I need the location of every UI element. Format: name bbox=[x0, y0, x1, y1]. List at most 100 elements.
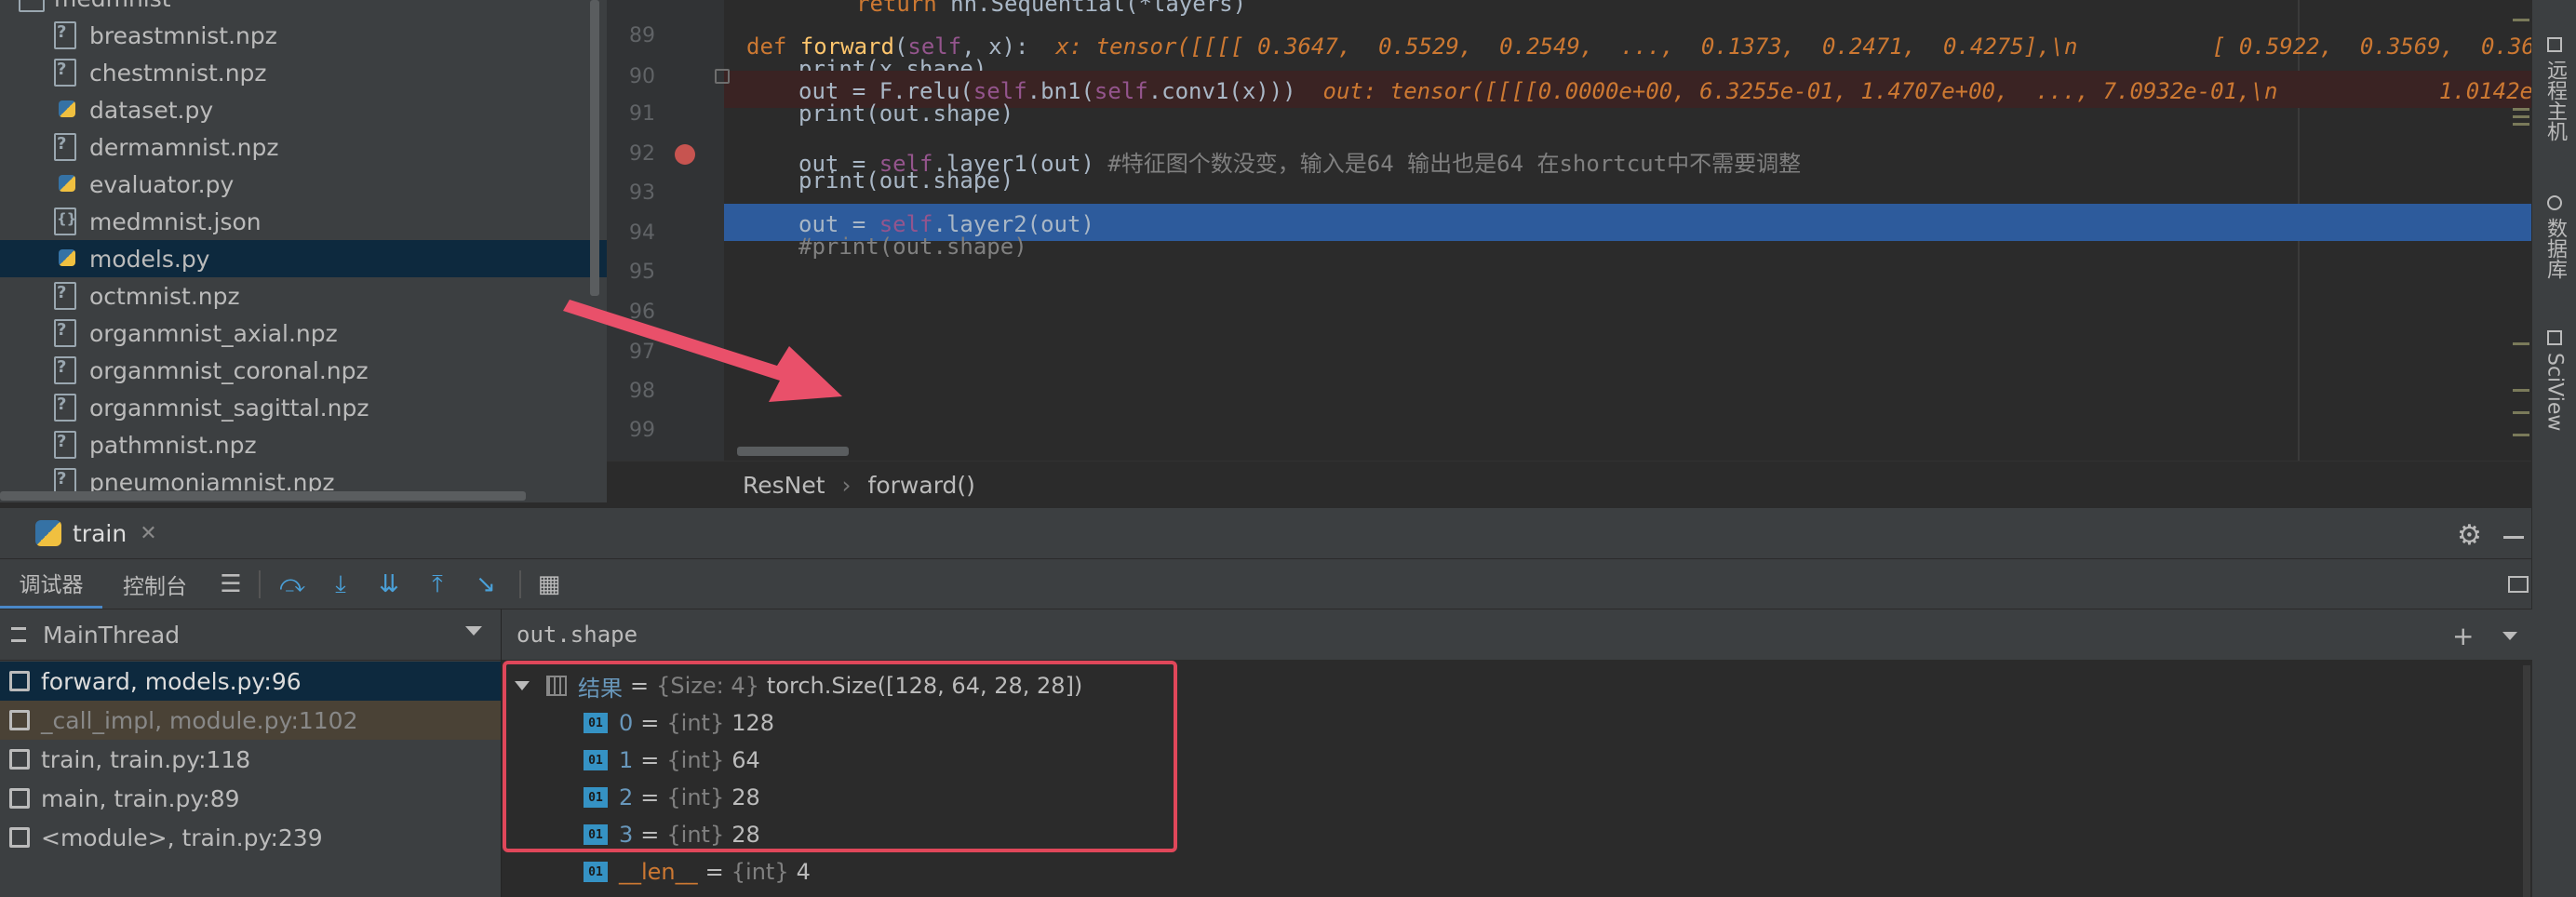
frame-row[interactable]: <module>, train.py:239 bbox=[0, 818, 501, 857]
tree-file-row[interactable]: models.py bbox=[0, 240, 607, 277]
line-number: 98 bbox=[629, 380, 655, 403]
thread-label: MainThread bbox=[43, 621, 181, 649]
tab-console[interactable]: 控制台 bbox=[123, 559, 187, 609]
debug-toolbar: 调试器 控制台 ☰ ⤼ ⤓ ⇊ ⤒ ↘ ▦ bbox=[0, 558, 2531, 609]
tree-folder-row[interactable]: medmnist bbox=[0, 0, 607, 17]
code-line-96[interactable]: print(out.shape) bbox=[724, 160, 2531, 197]
tree-file-label: organmnist_axial.npz bbox=[89, 319, 338, 347]
project-tree: medmnist ? breastmnist.npz ? chestmnist.npz… bbox=[0, 0, 607, 502]
database-icon bbox=[2547, 195, 2562, 210]
code-line-99[interactable]: #print(out.shape) bbox=[724, 226, 2531, 263]
fold-icon[interactable] bbox=[715, 69, 730, 84]
frame-row[interactable]: main, train.py:89 bbox=[0, 779, 501, 818]
npz-file-icon: ? bbox=[54, 59, 78, 87]
chevron-down-icon[interactable] bbox=[465, 626, 482, 636]
tree-file-row[interactable]: ? organmnist_axial.npz bbox=[0, 315, 607, 352]
line-number: 89 bbox=[629, 24, 655, 47]
tree-file-label: pathmnist.npz bbox=[89, 431, 257, 459]
frame-label: _call_impl, module.py:1102 bbox=[41, 706, 358, 734]
layout-settings-icon[interactable] bbox=[2508, 576, 2529, 593]
tab-database[interactable]: 数据库 bbox=[2536, 195, 2573, 279]
python-file-icon bbox=[54, 170, 78, 198]
run-to-cursor-icon[interactable]: ↘ bbox=[473, 571, 499, 597]
breadcrumb-method[interactable]: forward() bbox=[868, 472, 975, 499]
tree-file-label: organmnist_sagittal.npz bbox=[89, 394, 369, 422]
tab-remote-host[interactable]: 远程主机 bbox=[2536, 37, 2573, 141]
frame-row[interactable]: forward, models.py:96 bbox=[0, 662, 501, 701]
line-number: 95 bbox=[629, 261, 655, 284]
tree-scrollbar[interactable] bbox=[590, 0, 599, 296]
tree-file-label: dataset.py bbox=[89, 96, 214, 124]
npz-file-icon: ? bbox=[54, 21, 78, 49]
step-out-icon[interactable]: ⤒ bbox=[424, 571, 450, 597]
editor-horizontal-scrollbar[interactable] bbox=[737, 447, 849, 456]
variable-value: 4 bbox=[796, 859, 811, 885]
tree-file-row[interactable]: dataset.py bbox=[0, 91, 607, 128]
python-file-icon bbox=[54, 96, 78, 124]
thread-icon bbox=[11, 627, 26, 642]
ide-window: medmnist ? breastmnist.npz ? chestmnist.npz… bbox=[0, 0, 2576, 897]
tree-file-label: models.py bbox=[89, 245, 210, 273]
close-icon[interactable]: ✕ bbox=[140, 522, 156, 545]
frame-icon bbox=[9, 788, 30, 809]
tree-file-row[interactable]: ? octmnist.npz bbox=[0, 277, 607, 315]
tree-file-row[interactable]: ? organmnist_sagittal.npz bbox=[0, 389, 607, 426]
tree-file-row[interactable]: ? chestmnist.npz bbox=[0, 54, 607, 91]
tree-folder-label: medmnist bbox=[54, 0, 171, 12]
tree-file-row[interactable]: ? pathmnist.npz bbox=[0, 426, 607, 463]
step-into-my-code-icon[interactable]: ⇊ bbox=[376, 571, 402, 597]
thread-selector[interactable]: MainThread bbox=[0, 609, 501, 661]
line-number: 99 bbox=[629, 419, 655, 442]
add-watch-icon[interactable]: + bbox=[2452, 621, 2474, 651]
step-over-icon[interactable]: ⤼ bbox=[279, 571, 305, 597]
breakpoint-icon[interactable] bbox=[675, 144, 695, 165]
breadcrumb-class[interactable]: ResNet bbox=[743, 472, 825, 499]
frame-label: forward, models.py:96 bbox=[41, 667, 302, 695]
code-line-93[interactable]: print(out.shape) bbox=[724, 93, 2531, 130]
tab-sciview[interactable]: SciView bbox=[2536, 330, 2573, 431]
chevron-down-icon[interactable] bbox=[2502, 632, 2517, 640]
npz-file-icon: ? bbox=[54, 394, 78, 422]
variables-scrollbar[interactable] bbox=[2523, 665, 2530, 897]
evaluate-expression-icon[interactable]: ▦ bbox=[536, 571, 562, 597]
tree-file-row[interactable]: evaluator.py bbox=[0, 166, 607, 203]
tree-file-row[interactable]: ? dermamnist.npz bbox=[0, 128, 607, 166]
code-editor[interactable]: return nn.Sequential(*layers) def forwar… bbox=[607, 0, 2531, 461]
int-icon: 01 bbox=[584, 862, 608, 882]
run-config-label: train bbox=[73, 519, 127, 547]
remote-host-icon bbox=[2547, 37, 2562, 52]
frame-icon bbox=[9, 671, 30, 691]
annotation-highlight-box bbox=[503, 661, 1177, 852]
step-into-icon[interactable]: ⤓ bbox=[328, 571, 354, 597]
tree-file-row[interactable]: {} medmnist.json bbox=[0, 203, 607, 240]
right-tool-stripe: 远程主机 数据库 SciView bbox=[2531, 0, 2576, 897]
code-text: #print(out.shape) bbox=[798, 234, 1027, 260]
sciview-icon bbox=[2547, 330, 2562, 345]
watch-expression-bar[interactable]: out.shape + bbox=[502, 609, 2532, 661]
frame-label: train, train.py:118 bbox=[41, 745, 251, 773]
settings-icon[interactable]: ⚙ bbox=[2457, 519, 2482, 552]
line-number: 94 bbox=[629, 221, 655, 245]
npz-file-icon: ? bbox=[54, 356, 78, 384]
tree-file-label: breastmnist.npz bbox=[89, 21, 277, 49]
line-number: 90 bbox=[629, 65, 655, 88]
error-stripe[interactable] bbox=[2511, 0, 2531, 461]
tree-file-row[interactable]: ? breastmnist.npz bbox=[0, 17, 607, 54]
frame-row[interactable]: _call_impl, module.py:1102 bbox=[0, 701, 501, 740]
folder-icon bbox=[19, 0, 45, 12]
tree-file-label: octmnist.npz bbox=[89, 282, 240, 310]
debug-tool-window-header: train ✕ ⚙ bbox=[0, 507, 2531, 559]
minimize-icon[interactable] bbox=[2503, 536, 2524, 539]
variable-row-len[interactable]: 01 __len__ = {int} 4 bbox=[584, 853, 811, 890]
npz-file-icon: ? bbox=[54, 431, 78, 459]
tree-horizontal-scrollbar[interactable] bbox=[0, 491, 526, 501]
npz-file-icon: ? bbox=[54, 319, 78, 347]
run-config-tab[interactable]: train ✕ bbox=[35, 517, 157, 549]
code-line-89[interactable]: return nn.Sequential(*layers) bbox=[724, 0, 2531, 20]
tab-debugger[interactable]: 调试器 bbox=[0, 559, 102, 609]
npz-file-icon: ? bbox=[54, 282, 78, 310]
tree-file-row[interactable]: ? organmnist_coronal.npz bbox=[0, 352, 607, 389]
watch-expression[interactable]: out.shape bbox=[517, 622, 637, 648]
frame-row[interactable]: train, train.py:118 bbox=[0, 740, 501, 779]
show-execution-point-icon[interactable]: ☰ bbox=[218, 571, 244, 597]
